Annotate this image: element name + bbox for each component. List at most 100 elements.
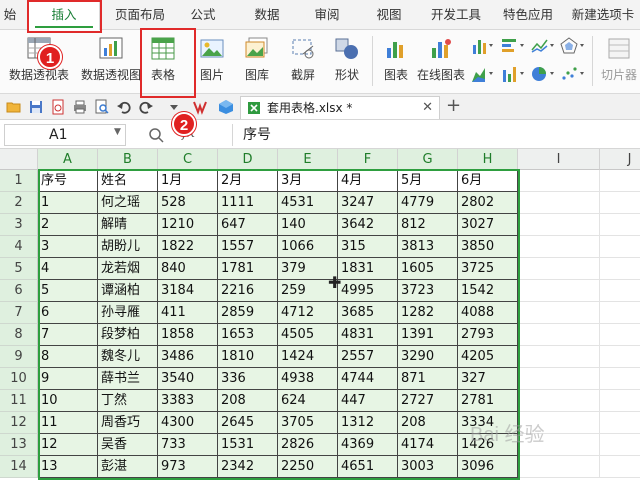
column-header[interactable]: B	[98, 149, 158, 170]
table-cell[interactable]: 6	[38, 302, 98, 324]
table-cell[interactable]: 1810	[218, 346, 278, 368]
table-cell[interactable]: 1	[38, 192, 98, 214]
table-cell[interactable]: 2793	[458, 324, 518, 346]
table-cell[interactable]: 4369	[338, 434, 398, 456]
table-cell[interactable]: 528	[158, 192, 218, 214]
table-cell[interactable]: 140	[278, 214, 338, 236]
table-cell[interactable]: 魏冬儿	[98, 346, 158, 368]
table-cell[interactable]: 1542	[458, 280, 518, 302]
table-cell[interactable]: 3540	[158, 368, 218, 390]
table-cell[interactable]: 1210	[158, 214, 218, 236]
zoom-search-icon[interactable]	[148, 127, 164, 143]
table-cell[interactable]: 812	[398, 214, 458, 236]
picture-button[interactable]: 图片	[192, 36, 232, 88]
table-header-cell[interactable]: 姓名	[98, 170, 158, 192]
table-cell[interactable]: 2	[38, 214, 98, 236]
table-cell[interactable]: 3850	[458, 236, 518, 258]
row-header[interactable]: 11	[0, 390, 38, 412]
table-cell[interactable]: 4744	[338, 368, 398, 390]
online-chart-button[interactable]: 在线图表	[416, 36, 466, 88]
table-cell[interactable]: 4174	[398, 434, 458, 456]
table-cell[interactable]: 1831	[338, 258, 398, 280]
empty-cell[interactable]	[600, 192, 640, 214]
row-header[interactable]: 8	[0, 324, 38, 346]
empty-cell[interactable]	[600, 456, 640, 478]
row-header[interactable]: 14	[0, 456, 38, 478]
empty-cell[interactable]	[518, 368, 600, 390]
name-box[interactable]: A1	[4, 124, 126, 146]
empty-cell[interactable]	[600, 324, 640, 346]
chart-button[interactable]: 图表	[378, 36, 414, 88]
row-header[interactable]: 10	[0, 368, 38, 390]
table-cell[interactable]: 3247	[338, 192, 398, 214]
table-cell[interactable]: 5	[38, 280, 98, 302]
column-header[interactable]: C	[158, 149, 218, 170]
table-cell[interactable]: 8	[38, 346, 98, 368]
table-button[interactable]: 表格	[144, 36, 182, 88]
table-header-cell[interactable]: 3月	[278, 170, 338, 192]
screenshot-button[interactable]: 截屏	[282, 36, 324, 88]
table-cell[interactable]: 871	[398, 368, 458, 390]
column-header[interactable]: H	[458, 149, 518, 170]
empty-cell[interactable]	[518, 280, 600, 302]
empty-cell[interactable]	[600, 302, 640, 324]
table-cell[interactable]: 4651	[338, 456, 398, 478]
tab-insert[interactable]: 插入	[28, 0, 100, 31]
table-cell[interactable]: 4300	[158, 412, 218, 434]
column-header[interactable]: A	[38, 149, 98, 170]
row-header[interactable]: 7	[0, 302, 38, 324]
empty-cell[interactable]	[518, 346, 600, 368]
table-cell[interactable]: 段梦柏	[98, 324, 158, 346]
table-cell[interactable]: 4831	[338, 324, 398, 346]
table-cell[interactable]: 2216	[218, 280, 278, 302]
table-cell[interactable]: 1822	[158, 236, 218, 258]
table-cell[interactable]: 3705	[278, 412, 338, 434]
cube-icon[interactable]	[218, 99, 234, 115]
table-cell[interactable]: 1605	[398, 258, 458, 280]
table-cell[interactable]: 2802	[458, 192, 518, 214]
empty-cell[interactable]	[600, 214, 640, 236]
table-cell[interactable]: 4	[38, 258, 98, 280]
tab-home-partial[interactable]: 始	[0, 0, 24, 30]
column-header[interactable]: G	[398, 149, 458, 170]
empty-cell[interactable]	[600, 236, 640, 258]
table-cell[interactable]: 胡盼儿	[98, 236, 158, 258]
table-cell[interactable]: 3813	[398, 236, 458, 258]
column-header[interactable]: I	[518, 149, 600, 170]
tab-page-layout[interactable]: 页面布局	[104, 0, 176, 30]
table-cell[interactable]: 624	[278, 390, 338, 412]
document-tab[interactable]: 套用表格.xlsx * ✕	[240, 96, 440, 119]
table-cell[interactable]: 973	[158, 456, 218, 478]
empty-cell[interactable]	[600, 346, 640, 368]
table-cell[interactable]: 13	[38, 456, 98, 478]
row-header[interactable]: 2	[0, 192, 38, 214]
table-cell[interactable]: 彭湛	[98, 456, 158, 478]
table-header-cell[interactable]: 6月	[458, 170, 518, 192]
name-box-dropdown-icon[interactable]: ▼	[114, 127, 121, 137]
empty-cell[interactable]	[518, 214, 600, 236]
table-cell[interactable]: 2645	[218, 412, 278, 434]
table-header-cell[interactable]: 1月	[158, 170, 218, 192]
table-cell[interactable]: 7	[38, 324, 98, 346]
empty-cell[interactable]	[600, 258, 640, 280]
print-icon[interactable]	[72, 99, 88, 115]
empty-cell[interactable]	[600, 412, 640, 434]
empty-cell[interactable]	[600, 170, 640, 192]
table-cell[interactable]: 1557	[218, 236, 278, 258]
empty-cell[interactable]	[518, 412, 600, 434]
row-header[interactable]: 1	[0, 170, 38, 192]
table-cell[interactable]: 孙寻雁	[98, 302, 158, 324]
shapes-button[interactable]: 形状	[326, 36, 368, 88]
pivot-chart-button[interactable]: 数据透视图	[80, 36, 142, 88]
table-cell[interactable]: 1391	[398, 324, 458, 346]
slicer-button[interactable]: 切片器	[598, 36, 640, 88]
table-cell[interactable]: 2557	[338, 346, 398, 368]
table-header-cell[interactable]: 4月	[338, 170, 398, 192]
empty-cell[interactable]	[600, 390, 640, 412]
row-header[interactable]: 4	[0, 236, 38, 258]
table-cell[interactable]: 1531	[218, 434, 278, 456]
table-cell[interactable]: 1312	[338, 412, 398, 434]
table-cell[interactable]: 3096	[458, 456, 518, 478]
table-cell[interactable]: 12	[38, 434, 98, 456]
empty-cell[interactable]	[518, 390, 600, 412]
